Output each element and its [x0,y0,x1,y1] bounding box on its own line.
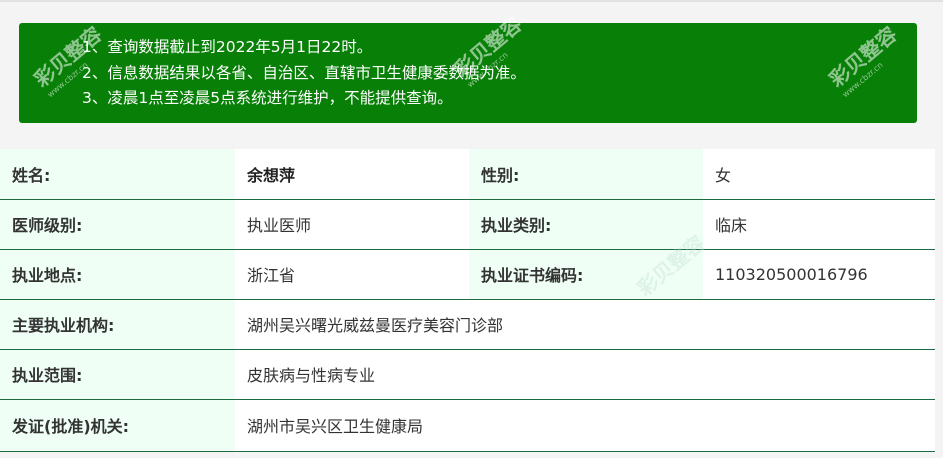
gender-label: 性别: [469,149,703,200]
notice-line-2: 2、信息数据结果以各省、自治区、直辖市卫生健康委数据为准。 [82,63,526,82]
name-label: 姓名: [0,149,235,200]
table-row: 发证(批准)机关: 湖州市吴兴区卫生健康局 [0,399,935,452]
table-row: 姓名: 余想萍 性别: 女 [0,149,935,200]
notice-line-1: 1、查询数据截止到2022年5月1日22时。 [82,38,373,56]
cert-label: 执业证书编码: [469,249,703,300]
category-label: 执业类别: [469,199,703,250]
table-row: 医师级别: 执业医师 执业类别: 临床 [0,199,935,250]
location-label: 执业地点: [0,249,235,300]
institution-label: 主要执业机构: [0,299,235,350]
institution-value: 湖州吴兴曙光威兹曼医疗美容门诊部 [235,299,935,350]
table-row: 执业范围: 皮肤病与性病专业 [0,349,935,400]
authority-value: 湖州市吴兴区卫生健康局 [235,399,935,452]
level-label: 医师级别: [0,199,235,250]
notice-line-3: 3、凌晨1点至凌晨5点系统进行维护，不能提供查询。 [82,89,453,107]
level-value: 执业医师 [235,199,469,250]
doctor-info-table: 姓名: 余想萍 性别: 女 医师级别: 执业医师 执业类别: 临床 执业地点: … [0,149,935,452]
notice-banner: 1、查询数据截止到2022年5月1日22时。 2、信息数据结果以各省、自治区、直… [19,23,917,123]
table-row: 主要执业机构: 湖州吴兴曙光威兹曼医疗美容门诊部 [0,299,935,350]
gender-value: 女 [703,149,935,200]
cert-value: 110320500016796 [703,249,935,300]
top-divider [0,0,943,2]
scope-label: 执业范围: [0,349,235,400]
scope-value: 皮肤病与性病专业 [235,349,935,400]
name-value: 余想萍 [235,149,469,200]
table-row: 执业地点: 浙江省 执业证书编码: 110320500016796 [0,249,935,300]
category-value: 临床 [703,199,935,250]
authority-label: 发证(批准)机关: [0,399,235,452]
location-value: 浙江省 [235,249,469,300]
